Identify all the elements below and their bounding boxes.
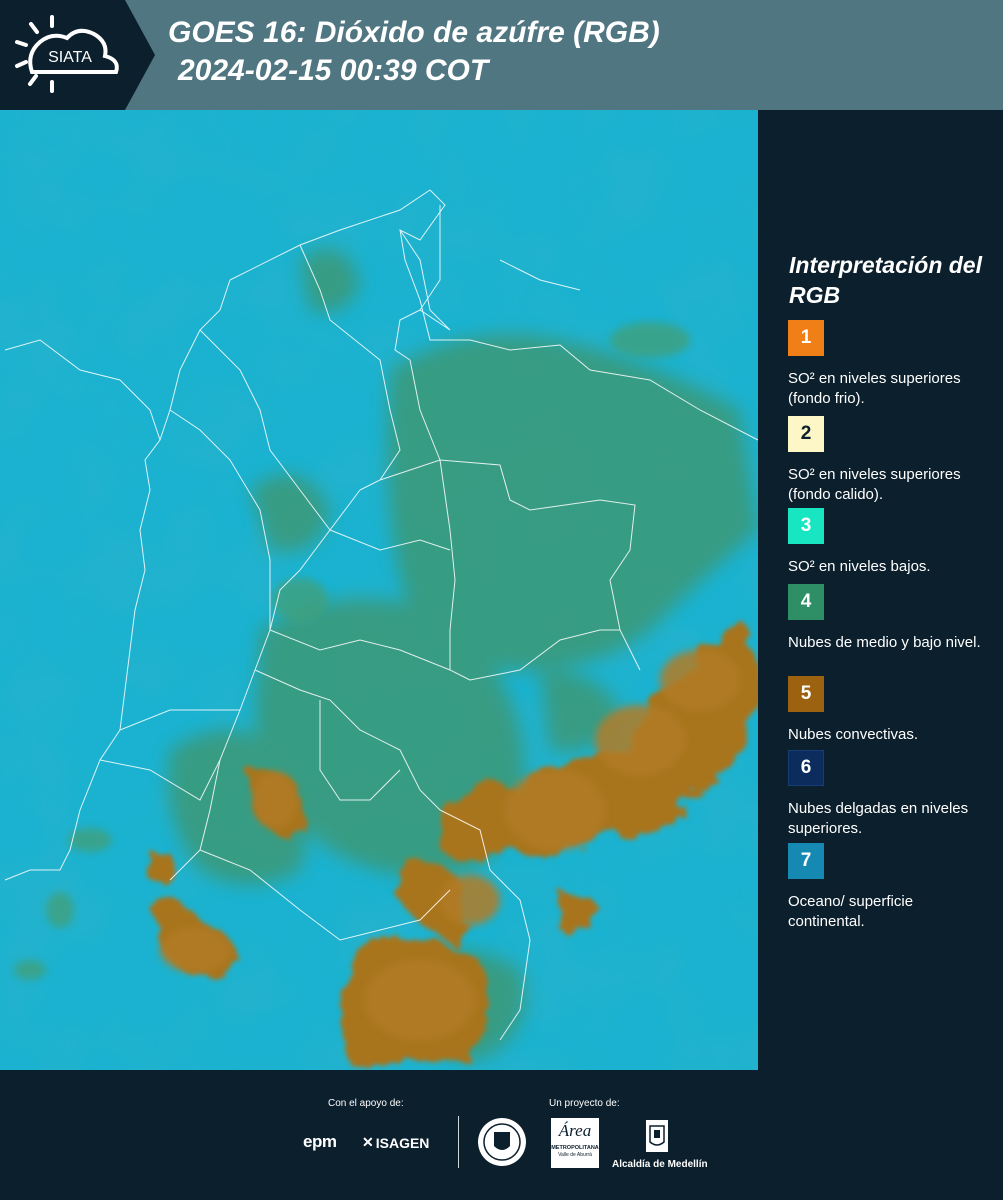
footer: Con el apoyo de: Un proyecto de: epm ✕ I…: [0, 1070, 1003, 1200]
legend-item-1: 1 SO² en niveles superiores (fondo frio)…: [788, 320, 993, 409]
isagen-logo: ✕ ISAGEN: [362, 1134, 429, 1151]
header-band: SIATA GOES 16: Dióxido de azúfre (RGB) 2…: [0, 0, 1003, 110]
title-line-2: 2024-02-15 00:39 COT: [178, 54, 489, 87]
area-metropolitana-logo: Área METROPOLITANA Valle de Aburrá: [551, 1118, 599, 1168]
legend-swatch-1: 1: [788, 320, 824, 356]
legend-title: Interpretación del RGB: [789, 252, 982, 308]
legend-label-6: Nubes delgadas en niveles superiores.: [788, 800, 969, 837]
legend-item-7: 7 Oceano/ superficie continental.: [788, 843, 993, 932]
isagen-label: ISAGEN: [375, 1134, 430, 1151]
satellite-image: [0, 110, 758, 1070]
logo-block: SIATA: [0, 0, 125, 110]
legend-item-3: 3 SO² en niveles bajos.: [788, 508, 993, 577]
isagen-icon: ✕: [362, 1134, 374, 1150]
medellin-seal-icon: [478, 1118, 526, 1166]
legend-label-7: Oceano/ superficie continental.: [788, 893, 914, 930]
alcaldia-label: Alcaldía de Medellín: [612, 1159, 708, 1170]
legend-swatch-6: 6: [788, 750, 824, 786]
legend-item-5: 5 Nubes convectivas.: [788, 676, 993, 745]
legend-panel: Interpretación del RGB 1 SO² en niveles …: [758, 110, 1003, 1070]
legend-label-1: SO² en niveles superiores (fondo frio).: [788, 370, 961, 407]
legend-swatch-5: 5: [788, 676, 824, 712]
satellite-map: [0, 110, 758, 1070]
epm-logo: epm: [303, 1132, 337, 1151]
area-logo-metropolitana: METROPOLITANA: [551, 1145, 599, 1151]
legend-label-2: SO² en niveles superiores (fondo calido)…: [788, 466, 961, 503]
legend-swatch-7: 7: [788, 843, 824, 879]
area-logo-valle: Valle de Aburrá: [558, 1152, 592, 1158]
legend-label-5: Nubes convectivas.: [788, 726, 919, 743]
area-logo-text: Área: [558, 1121, 592, 1140]
legend-item-2: 2 SO² en niveles superiores (fondo calid…: [788, 416, 993, 505]
legend-swatch-3: 3: [788, 508, 824, 544]
alcaldia-crest-icon: [646, 1120, 668, 1152]
support-label: Con el apoyo de:: [328, 1098, 404, 1109]
legend-swatch-4: 4: [788, 584, 824, 620]
legend-label-4: Nubes de medio y bajo nivel.: [788, 634, 981, 651]
svg-text:SIATA: SIATA: [48, 49, 92, 66]
legend-item-4: 4 Nubes de medio y bajo nivel.: [788, 584, 993, 653]
title-line-1: GOES 16: Dióxido de azúfre (RGB): [168, 16, 660, 49]
legend-label-3: SO² en niveles bajos.: [788, 558, 931, 575]
siata-logo: SIATA: [15, 15, 119, 93]
footer-divider: [458, 1116, 459, 1168]
project-label: Un proyecto de:: [549, 1098, 620, 1109]
logo-arrow: [125, 0, 155, 110]
page-title: GOES 16: Dióxido de azúfre (RGB) 2024-02…: [168, 14, 660, 90]
legend-item-6: 6 Nubes delgadas en niveles superiores.: [788, 750, 993, 839]
legend-swatch-2: 2: [788, 416, 824, 452]
